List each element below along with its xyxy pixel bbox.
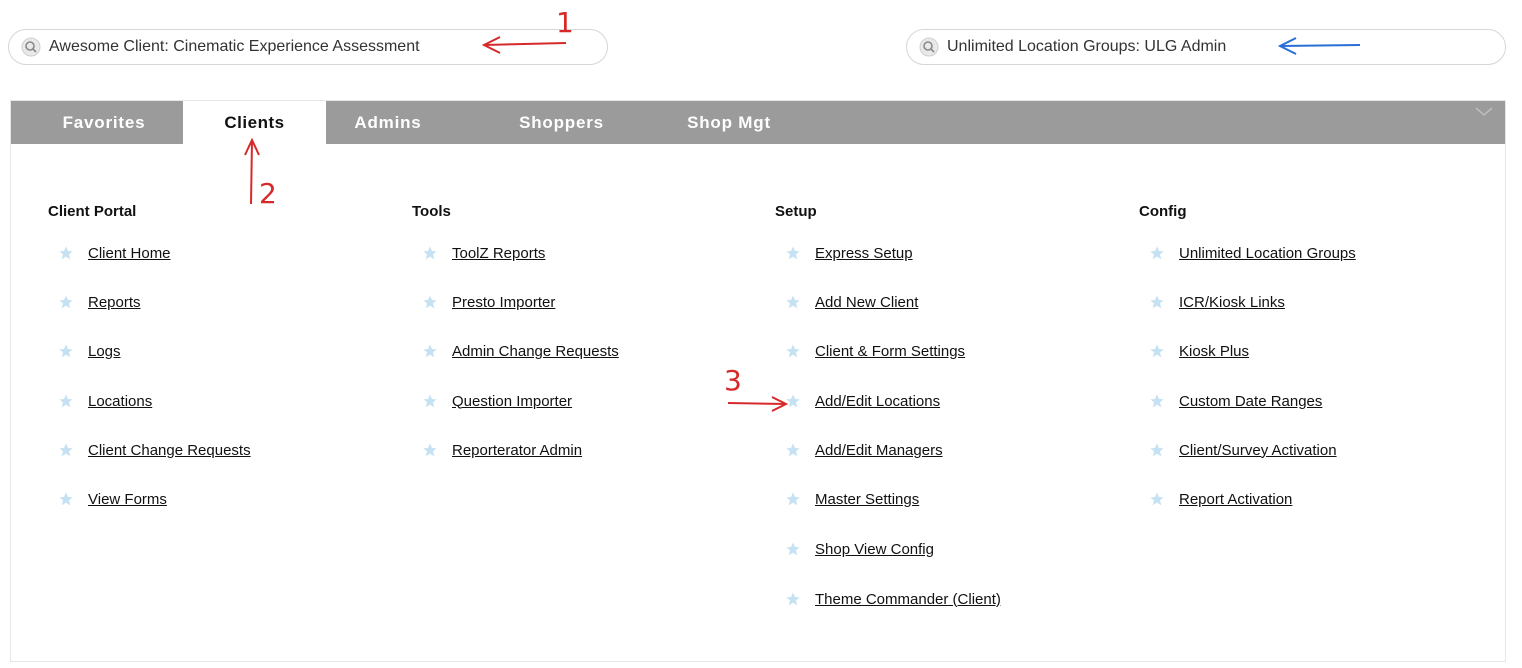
menu-item: Add/Edit Managers bbox=[785, 439, 943, 461]
tab-bar: Favorites Clients Admins Shoppers Shop M… bbox=[11, 101, 1505, 145]
column-tools: Tools ToolZ Reports Presto Importer Admi… bbox=[412, 202, 742, 459]
menu-link[interactable]: Reports bbox=[88, 294, 141, 311]
menu-item: ICR/Kiosk Links bbox=[1149, 291, 1285, 313]
menu-link[interactable]: Add/Edit Managers bbox=[815, 442, 943, 459]
menu-item: Presto Importer bbox=[422, 291, 555, 313]
star-icon[interactable] bbox=[422, 442, 438, 458]
star-icon[interactable] bbox=[1149, 442, 1165, 458]
menu-link[interactable]: Client/Survey Activation bbox=[1179, 442, 1337, 459]
tab-shoppers[interactable]: Shoppers bbox=[499, 101, 624, 144]
menu-link[interactable]: Question Importer bbox=[452, 393, 572, 410]
search-icon bbox=[919, 37, 939, 57]
menu-link[interactable]: Custom Date Ranges bbox=[1179, 393, 1322, 410]
menu-item: Logs bbox=[58, 340, 121, 362]
menu-item: Custom Date Ranges bbox=[1149, 390, 1322, 412]
star-icon[interactable] bbox=[58, 343, 74, 359]
menu-item: Add New Client bbox=[785, 291, 918, 313]
menu-item: Client & Form Settings bbox=[785, 340, 965, 362]
tab-shop-mgt[interactable]: Shop Mgt bbox=[673, 101, 785, 144]
menu-item: Client Change Requests bbox=[58, 439, 251, 461]
menu-item: View Forms bbox=[58, 488, 167, 510]
menu-item: Reporterator Admin bbox=[422, 439, 582, 461]
menu-item: ToolZ Reports bbox=[422, 242, 545, 264]
column-heading: Client Portal bbox=[48, 203, 137, 220]
menu-item: Admin Change Requests bbox=[422, 340, 619, 362]
star-icon[interactable] bbox=[785, 343, 801, 359]
menu-item: Report Activation bbox=[1149, 488, 1292, 510]
menu-item: Client Home bbox=[58, 242, 171, 264]
menu-item: Add/Edit Locations bbox=[785, 390, 940, 412]
column-client-portal: Client Portal Client Home Reports Logs L… bbox=[48, 202, 378, 508]
menu-item: Locations bbox=[58, 390, 152, 412]
tab-clients[interactable]: Clients bbox=[183, 101, 326, 145]
menu-link[interactable]: Reporterator Admin bbox=[452, 442, 582, 459]
star-icon[interactable] bbox=[1149, 491, 1165, 507]
star-icon[interactable] bbox=[1149, 294, 1165, 310]
menu-link[interactable]: Theme Commander (Client) bbox=[815, 591, 1001, 608]
star-icon[interactable] bbox=[1149, 393, 1165, 409]
star-icon[interactable] bbox=[58, 393, 74, 409]
star-icon[interactable] bbox=[422, 393, 438, 409]
star-icon[interactable] bbox=[422, 343, 438, 359]
star-icon[interactable] bbox=[58, 491, 74, 507]
menu-item: Master Settings bbox=[785, 488, 919, 510]
location-group-search-field[interactable]: Unlimited Location Groups: ULG Admin bbox=[906, 29, 1506, 65]
menu-item: Shop View Config bbox=[785, 538, 934, 560]
menu-link[interactable]: Logs bbox=[88, 343, 121, 360]
column-heading: Setup bbox=[775, 203, 817, 220]
menu-panel: Favorites Clients Admins Shoppers Shop M… bbox=[10, 100, 1506, 662]
menu-link[interactable]: ToolZ Reports bbox=[452, 245, 545, 262]
location-group-search-value: Unlimited Location Groups: ULG Admin bbox=[947, 38, 1227, 55]
column-setup: Setup Express Setup Add New Client Clien… bbox=[775, 202, 1105, 608]
menu-link[interactable]: Kiosk Plus bbox=[1179, 343, 1249, 360]
star-icon[interactable] bbox=[785, 541, 801, 557]
client-search-field[interactable]: Awesome Client: Cinematic Experience Ass… bbox=[8, 29, 608, 65]
column-config: Config Unlimited Location Groups ICR/Kio… bbox=[1139, 202, 1479, 508]
star-icon[interactable] bbox=[1149, 245, 1165, 261]
menu-link[interactable]: ICR/Kiosk Links bbox=[1179, 294, 1285, 311]
star-icon[interactable] bbox=[785, 491, 801, 507]
menu-link[interactable]: Unlimited Location Groups bbox=[1179, 245, 1356, 262]
column-heading: Tools bbox=[412, 203, 451, 220]
chevron-down-icon[interactable] bbox=[1473, 105, 1495, 119]
menu-link[interactable]: Report Activation bbox=[1179, 491, 1292, 508]
star-icon[interactable] bbox=[785, 393, 801, 409]
menu-link[interactable]: View Forms bbox=[88, 491, 167, 508]
menu-link[interactable]: Client & Form Settings bbox=[815, 343, 965, 360]
menu-link[interactable]: Client Home bbox=[88, 245, 171, 262]
menu-item: Kiosk Plus bbox=[1149, 340, 1249, 362]
tab-admins[interactable]: Admins bbox=[333, 101, 443, 144]
client-search-value: Awesome Client: Cinematic Experience Ass… bbox=[49, 38, 420, 55]
search-icon bbox=[21, 37, 41, 57]
star-icon[interactable] bbox=[785, 591, 801, 607]
star-icon[interactable] bbox=[785, 442, 801, 458]
menu-link[interactable]: Master Settings bbox=[815, 491, 919, 508]
menu-link[interactable]: Presto Importer bbox=[452, 294, 555, 311]
star-icon[interactable] bbox=[785, 245, 801, 261]
menu-item: Client/Survey Activation bbox=[1149, 439, 1337, 461]
column-heading: Config bbox=[1139, 203, 1187, 220]
menu-item: Theme Commander (Client) bbox=[785, 588, 1001, 610]
menu-link[interactable]: Locations bbox=[88, 393, 152, 410]
menu-link[interactable]: Client Change Requests bbox=[88, 442, 251, 459]
menu-item: Express Setup bbox=[785, 242, 913, 264]
star-icon[interactable] bbox=[58, 245, 74, 261]
menu-link[interactable]: Add/Edit Locations bbox=[815, 393, 940, 410]
menu-item: Reports bbox=[58, 291, 141, 313]
tab-favorites[interactable]: Favorites bbox=[29, 101, 179, 144]
menu-link[interactable]: Shop View Config bbox=[815, 541, 934, 558]
star-icon[interactable] bbox=[785, 294, 801, 310]
star-icon[interactable] bbox=[58, 442, 74, 458]
menu-link[interactable]: Admin Change Requests bbox=[452, 343, 619, 360]
star-icon[interactable] bbox=[422, 294, 438, 310]
menu-item: Question Importer bbox=[422, 390, 572, 412]
menu-link[interactable]: Add New Client bbox=[815, 294, 918, 311]
menu-item: Unlimited Location Groups bbox=[1149, 242, 1356, 264]
menu-link[interactable]: Express Setup bbox=[815, 245, 913, 262]
star-icon[interactable] bbox=[1149, 343, 1165, 359]
star-icon[interactable] bbox=[422, 245, 438, 261]
star-icon[interactable] bbox=[58, 294, 74, 310]
